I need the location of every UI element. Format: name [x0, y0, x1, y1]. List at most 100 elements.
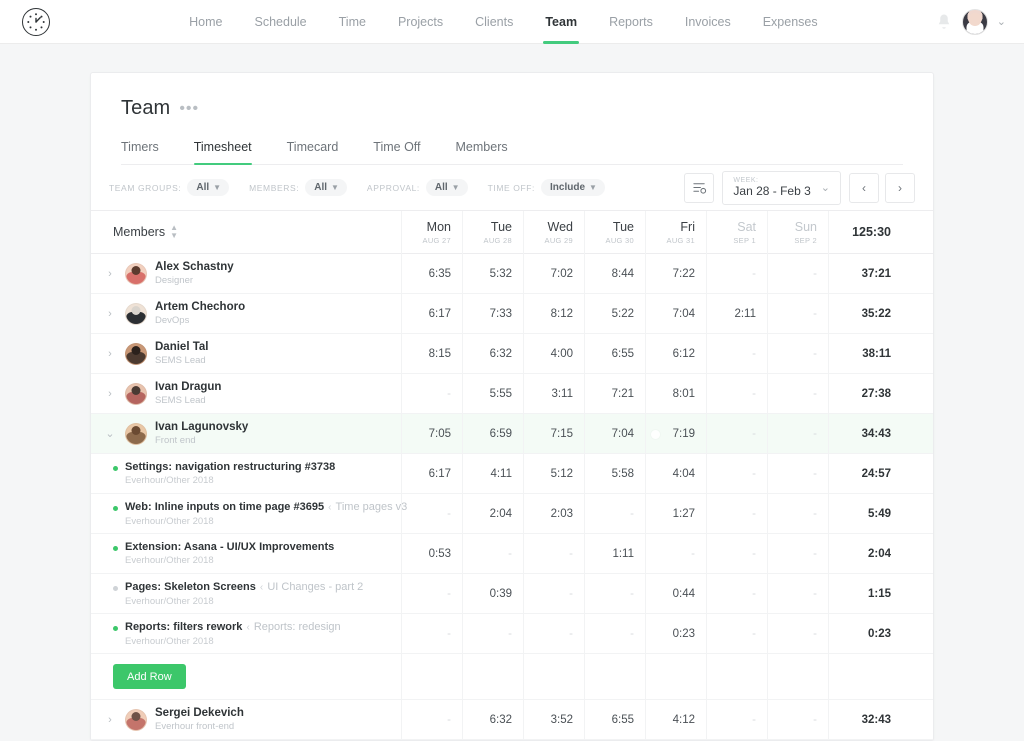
task-row[interactable]: Reports: filters rework ‹ Reports: redes… [91, 614, 933, 654]
time-cell[interactable]: 6:35 [401, 254, 462, 293]
time-cell[interactable]: - [706, 614, 767, 653]
time-cell[interactable]: 8:15 [401, 334, 462, 373]
chevron-right-icon[interactable]: › [103, 348, 117, 360]
nav-item-reports[interactable]: Reports [593, 0, 669, 44]
members-column-header[interactable]: Members ▲▼ [91, 224, 401, 240]
tab-timecard[interactable]: Timecard [287, 140, 360, 164]
time-cell[interactable]: - [523, 534, 584, 573]
time-cell[interactable]: 0:44 [645, 574, 706, 613]
task-row[interactable]: Web: Inline inputs on time page #3695 ‹ … [91, 494, 933, 534]
tab-timers[interactable]: Timers [121, 140, 180, 164]
time-cell[interactable]: - [401, 614, 462, 653]
time-cell[interactable]: 6:17 [401, 294, 462, 333]
time-cell[interactable]: - [706, 534, 767, 573]
filter-dropdown[interactable]: All▼ [305, 179, 347, 196]
time-cell[interactable]: - [767, 334, 828, 373]
filter-dropdown[interactable]: Include▼ [541, 179, 605, 196]
add-row-button[interactable]: Add Row [113, 664, 186, 689]
time-cell[interactable]: - [767, 454, 828, 493]
time-cell[interactable]: - [523, 614, 584, 653]
time-cell[interactable]: 7:02 [523, 254, 584, 293]
time-cell[interactable]: - [767, 614, 828, 653]
prev-week-button[interactable]: ‹ [849, 173, 879, 203]
nav-item-schedule[interactable]: Schedule [239, 0, 323, 44]
time-cell[interactable]: - [706, 414, 767, 453]
time-cell[interactable]: 7:15 [523, 414, 584, 453]
time-cell[interactable]: 2:04 [462, 494, 523, 533]
chevron-right-icon[interactable]: › [103, 268, 117, 280]
task-row[interactable]: Extension: Asana - UI/UX ImprovementsEve… [91, 534, 933, 574]
time-cell[interactable]: 0:39 [462, 574, 523, 613]
time-cell[interactable]: 5:12 [523, 454, 584, 493]
time-cell[interactable]: - [767, 494, 828, 533]
time-cell[interactable]: - [462, 614, 523, 653]
time-cell[interactable]: - [401, 700, 462, 739]
time-cell[interactable]: 2:03 [523, 494, 584, 533]
time-cell[interactable]: - [584, 614, 645, 653]
time-cell[interactable]: - [706, 700, 767, 739]
time-cell[interactable]: - [767, 294, 828, 333]
time-cell[interactable]: 7:21 [584, 374, 645, 413]
week-selector[interactable]: WEEK: Jan 28 - Feb 3 ⌄ [722, 171, 841, 205]
time-cell[interactable]: 7:19 [645, 414, 706, 453]
time-cell[interactable]: 6:17 [401, 454, 462, 493]
time-cell[interactable]: 1:11 [584, 534, 645, 573]
member-row[interactable]: ›Artem ChechoroDevOps6:177:338:125:227:0… [91, 294, 933, 334]
time-cell[interactable]: - [401, 494, 462, 533]
time-cell[interactable]: 3:11 [523, 374, 584, 413]
time-cell[interactable]: 5:32 [462, 254, 523, 293]
filter-dropdown[interactable]: All▼ [426, 179, 468, 196]
time-cell[interactable]: 4:00 [523, 334, 584, 373]
nav-item-team[interactable]: Team [529, 0, 593, 44]
member-row[interactable]: ›Ivan DragunSEMS Lead-5:553:117:218:01--… [91, 374, 933, 414]
time-cell[interactable]: 5:22 [584, 294, 645, 333]
time-cell[interactable]: - [401, 574, 462, 613]
time-cell[interactable]: 6:55 [584, 334, 645, 373]
time-cell[interactable]: 8:01 [645, 374, 706, 413]
filter-settings-button[interactable] [684, 173, 714, 203]
member-row[interactable]: ›Daniel TalSEMS Lead8:156:324:006:556:12… [91, 334, 933, 374]
time-cell[interactable]: - [706, 334, 767, 373]
time-cell[interactable]: - [767, 414, 828, 453]
time-cell[interactable]: 2:11 [706, 294, 767, 333]
notification-bell-icon[interactable] [935, 13, 953, 31]
time-cell[interactable]: 7:04 [645, 294, 706, 333]
chevron-right-icon[interactable]: › [103, 388, 117, 400]
time-cell[interactable]: - [645, 534, 706, 573]
time-cell[interactable]: - [706, 374, 767, 413]
chevron-down-icon[interactable]: ⌄ [997, 15, 1006, 28]
time-cell[interactable]: 7:33 [462, 294, 523, 333]
task-row[interactable]: Pages: Skeleton Screens ‹ UI Changes - p… [91, 574, 933, 614]
time-cell[interactable]: - [584, 494, 645, 533]
time-cell[interactable]: 7:04 [584, 414, 645, 453]
time-cell[interactable]: 6:32 [462, 334, 523, 373]
time-cell[interactable]: 4:04 [645, 454, 706, 493]
time-cell[interactable]: - [767, 574, 828, 613]
nav-item-invoices[interactable]: Invoices [669, 0, 747, 44]
next-week-button[interactable]: › [885, 173, 915, 203]
nav-item-expenses[interactable]: Expenses [747, 0, 834, 44]
tab-members[interactable]: Members [456, 140, 529, 164]
time-cell[interactable]: - [767, 374, 828, 413]
chevron-right-icon[interactable]: › [103, 308, 117, 320]
nav-item-projects[interactable]: Projects [382, 0, 459, 44]
chevron-right-icon[interactable]: › [103, 714, 117, 726]
time-cell[interactable]: 4:11 [462, 454, 523, 493]
time-cell[interactable]: 0:53 [401, 534, 462, 573]
time-cell[interactable]: 1:27 [645, 494, 706, 533]
page-more-menu-icon[interactable]: ••• [179, 104, 199, 114]
filter-dropdown[interactable]: All▼ [187, 179, 229, 196]
time-cell[interactable]: - [462, 534, 523, 573]
time-cell[interactable]: - [584, 574, 645, 613]
time-cell[interactable]: 8:12 [523, 294, 584, 333]
tab-time-off[interactable]: Time Off [373, 140, 441, 164]
nav-item-time[interactable]: Time [323, 0, 382, 44]
time-cell[interactable]: 0:23 [645, 614, 706, 653]
time-cell[interactable]: - [706, 454, 767, 493]
task-row[interactable]: Settings: navigation restructuring #3738… [91, 454, 933, 494]
time-cell[interactable]: 5:55 [462, 374, 523, 413]
time-cell[interactable]: 6:55 [584, 700, 645, 739]
time-cell[interactable]: 4:12 [645, 700, 706, 739]
time-cell[interactable]: 5:58 [584, 454, 645, 493]
time-cell[interactable]: - [706, 494, 767, 533]
